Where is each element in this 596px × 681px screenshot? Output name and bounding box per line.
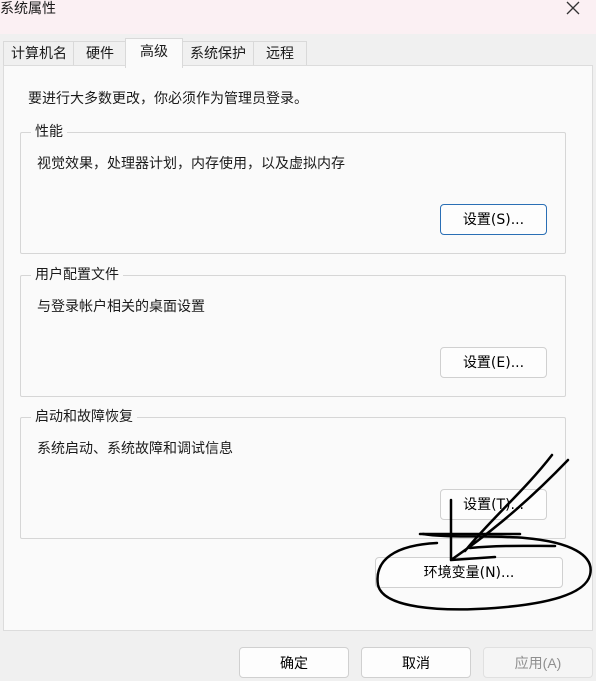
tab-remote[interactable]: 远程 bbox=[253, 41, 307, 66]
user-profiles-settings-button[interactable]: 设置(E)... bbox=[440, 347, 547, 378]
window-title: 系统属性 bbox=[0, 1, 56, 17]
startup-recovery-description: 系统启动、系统故障和调试信息 bbox=[37, 441, 233, 457]
apply-button[interactable]: 应用(A) bbox=[483, 647, 593, 678]
cancel-button[interactable]: 取消 bbox=[361, 647, 471, 678]
startup-recovery-settings-button[interactable]: 设置(T)... bbox=[440, 489, 547, 520]
ok-button[interactable]: 确定 bbox=[239, 647, 349, 678]
tab-system-protection[interactable]: 系统保护 bbox=[181, 41, 255, 66]
environment-variables-button[interactable]: 环境变量(N)... bbox=[375, 557, 563, 588]
user-profiles-group: 用户配置文件 与登录帐户相关的桌面设置 设置(E)... bbox=[20, 265, 566, 397]
performance-title: 性能 bbox=[31, 122, 67, 142]
tab-hardware[interactable]: 硬件 bbox=[73, 41, 127, 66]
startup-recovery-group: 启动和故障恢复 系统启动、系统故障和调试信息 设置(T)... bbox=[20, 407, 566, 539]
title-bar: 系统属性 bbox=[0, 0, 596, 34]
close-button[interactable] bbox=[550, 0, 596, 30]
user-profiles-description: 与登录帐户相关的桌面设置 bbox=[37, 299, 205, 315]
performance-settings-button[interactable]: 设置(S)... bbox=[440, 204, 547, 235]
close-icon bbox=[566, 1, 580, 15]
performance-group: 性能 视觉效果，处理器计划，内存使用，以及虚拟内存 设置(S)... bbox=[20, 122, 566, 254]
user-profiles-title: 用户配置文件 bbox=[31, 265, 123, 285]
tab-advanced[interactable]: 高级 bbox=[125, 38, 183, 68]
tab-computer-name[interactable]: 计算机名 bbox=[3, 41, 75, 66]
admin-notice: 要进行大多数更改，你必须作为管理员登录。 bbox=[28, 91, 308, 107]
performance-description: 视觉效果，处理器计划，内存使用，以及虚拟内存 bbox=[37, 156, 345, 172]
advanced-panel: 要进行大多数更改，你必须作为管理员登录。 性能 视觉效果，处理器计划，内存使用，… bbox=[3, 65, 593, 631]
startup-recovery-title: 启动和故障恢复 bbox=[31, 407, 137, 427]
